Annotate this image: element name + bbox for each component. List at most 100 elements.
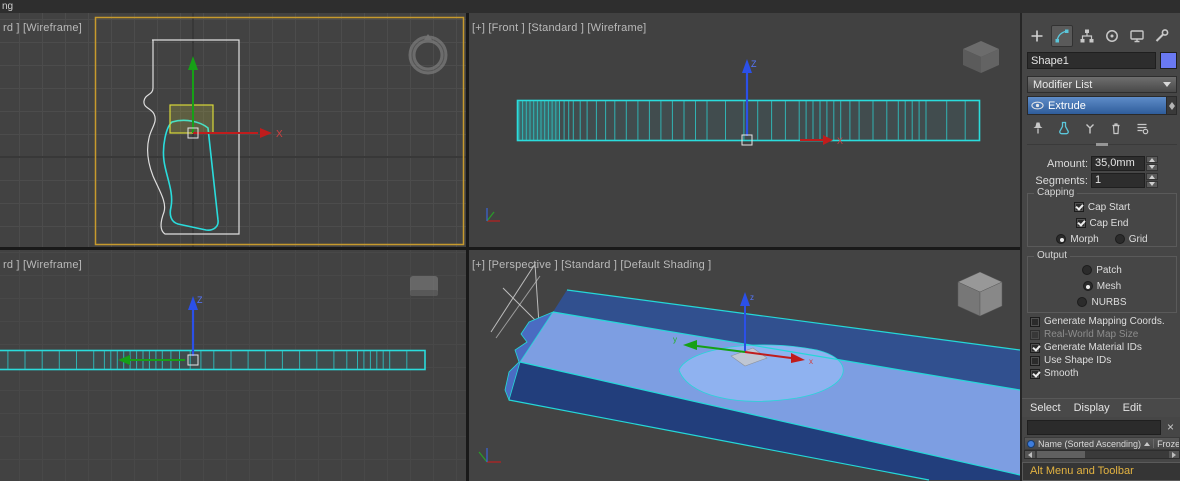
scroll-down-icon[interactable] (1169, 106, 1175, 113)
remove-modifier-trash-icon (1109, 121, 1123, 135)
morph-radio[interactable] (1056, 234, 1066, 244)
cap-end-checkbox[interactable] (1076, 218, 1086, 228)
object-color-swatch[interactable] (1160, 52, 1177, 69)
nurbs-radio[interactable] (1077, 297, 1087, 307)
name-column-header[interactable]: Name (Sorted Ascending) (1038, 439, 1141, 449)
rollout-divider[interactable] (1027, 144, 1177, 146)
close-icon[interactable]: × (1164, 421, 1177, 434)
configure-modifier-sets-button[interactable] (1131, 118, 1153, 137)
capping-mode-row: Morph Grid (1028, 232, 1176, 246)
real-world-map-size-label: Real-World Map Size (1044, 329, 1138, 340)
mesh-label: Mesh (1097, 281, 1121, 292)
grid-label: Grid (1129, 234, 1148, 245)
viewport-bottom-right-perspective[interactable]: [+] [Perspective ] [Standard ] [Default … (469, 250, 1020, 481)
tab-motion[interactable] (1101, 25, 1123, 47)
command-panel-tabs (1026, 25, 1178, 47)
real-world-map-size-row[interactable]: Real-World Map Size (1030, 328, 1178, 341)
viewcube-compass[interactable] (412, 34, 444, 71)
morph-radio-option[interactable]: Morph (1056, 234, 1098, 245)
viewcube[interactable] (958, 272, 1002, 316)
extruded-shape-side[interactable] (0, 351, 425, 370)
frozen-column-header[interactable]: Frozen (1157, 439, 1180, 449)
scroll-up-icon[interactable] (1169, 99, 1175, 106)
scene-explorer-search-input[interactable] (1027, 420, 1161, 435)
spinner-down-icon[interactable] (1146, 181, 1158, 188)
modifier-stack-scrollbar[interactable] (1166, 97, 1176, 114)
real-world-map-size-checkbox[interactable] (1030, 330, 1040, 340)
scene-explorer-column-header[interactable]: Name (Sorted Ascending) Frozen (1024, 437, 1180, 450)
amount-field[interactable]: 35,0mm (1091, 156, 1145, 171)
menu-bar[interactable]: ng (0, 0, 1180, 13)
scene-explorer-horizontal-scrollbar[interactable] (1024, 450, 1180, 459)
generate-mapping-coords-checkbox[interactable] (1030, 317, 1040, 327)
spinner-up-icon[interactable] (1146, 156, 1158, 163)
make-unique-button[interactable] (1079, 118, 1101, 137)
column-divider[interactable] (1153, 439, 1154, 448)
tab-modify[interactable] (1051, 25, 1073, 47)
smooth-checkbox[interactable] (1030, 369, 1040, 379)
spinner-down-icon[interactable] (1146, 164, 1158, 171)
gizmo-plane-xy[interactable] (170, 105, 213, 133)
viewport-top-left[interactable]: rd ] [Wireframe] X (0, 13, 466, 247)
output-group-title: Output (1034, 250, 1070, 261)
segments-spinner[interactable] (1146, 173, 1158, 188)
viewcube[interactable] (410, 276, 438, 296)
menu-select[interactable]: Select (1030, 402, 1061, 414)
menu-edit[interactable]: Edit (1123, 402, 1142, 414)
grid-radio[interactable] (1115, 234, 1125, 244)
tab-display[interactable] (1126, 25, 1148, 47)
nurbs-label: NURBS (1091, 297, 1126, 308)
viewport-bottom-left[interactable]: rd ] [Wireframe] Z (0, 250, 466, 481)
cap-end-row[interactable]: Cap End (1028, 216, 1176, 230)
alt-menu-toolbar-caption[interactable]: Alt Menu and Toolbar (1022, 462, 1180, 481)
generate-material-ids-checkbox[interactable] (1030, 343, 1040, 353)
tab-utilities[interactable] (1151, 25, 1173, 47)
modifier-visibility-icon[interactable] (1031, 101, 1044, 110)
viewport-bottom-right-label[interactable]: [+] [Perspective ] [Standard ] [Default … (472, 259, 711, 271)
use-shape-ids-checkbox[interactable] (1030, 356, 1040, 366)
shape-spline[interactable] (163, 120, 218, 230)
scrollbar-thumb[interactable] (1037, 451, 1085, 458)
scene-explorer-menubar: Select Display Edit (1022, 398, 1180, 417)
generate-material-ids-row[interactable]: Generate Material IDs (1030, 341, 1178, 354)
segments-row: Segments: 1 (1022, 173, 1180, 188)
viewport-top-right-label[interactable]: [+] [Front ] [Standard ] [Wireframe] (472, 22, 646, 34)
gizmo-axis-z[interactable]: Z (188, 295, 203, 356)
mesh-row[interactable]: Mesh (1028, 279, 1176, 293)
patch-radio[interactable] (1082, 265, 1092, 275)
modifier-list-dropdown[interactable]: Modifier List (1027, 76, 1177, 93)
amount-label: Amount: (1022, 158, 1088, 170)
patch-row[interactable]: Patch (1028, 263, 1176, 277)
segments-label: Segments: (1022, 175, 1088, 187)
use-shape-ids-row[interactable]: Use Shape IDs (1030, 354, 1178, 367)
axis-y-label: y (673, 335, 677, 344)
modifier-stack-row-extrude[interactable]: Extrude (1028, 97, 1166, 114)
tab-create[interactable] (1026, 25, 1048, 47)
smooth-row[interactable]: Smooth (1030, 367, 1178, 380)
modifier-stack: Extrude (1027, 96, 1177, 115)
menu-display[interactable]: Display (1074, 402, 1110, 414)
segments-field[interactable]: 1 (1091, 173, 1145, 188)
amount-spinner[interactable] (1146, 156, 1158, 171)
cap-start-checkbox[interactable] (1074, 202, 1084, 212)
cap-start-row[interactable]: Cap Start (1028, 200, 1176, 214)
show-end-result-button[interactable] (1053, 118, 1075, 137)
viewport-bottom-left-label[interactable]: rd ] [Wireframe] (3, 259, 82, 271)
grid-radio-option[interactable]: Grid (1115, 234, 1148, 245)
remove-modifier-button[interactable] (1105, 118, 1127, 137)
hierarchy-icon (1079, 28, 1095, 44)
mesh-radio[interactable] (1083, 281, 1093, 291)
viewport-top-left-label[interactable]: rd ] [Wireframe] (3, 22, 82, 34)
viewport-top-right-front[interactable]: [+] [Front ] [Standard ] [Wireframe] Z X (469, 13, 1020, 247)
scroll-right-icon[interactable] (1169, 451, 1179, 458)
scroll-left-icon[interactable] (1025, 451, 1035, 458)
generate-mapping-coords-row[interactable]: Generate Mapping Coords. (1030, 315, 1178, 328)
nurbs-row[interactable]: NURBS (1028, 295, 1176, 309)
tab-hierarchy[interactable] (1076, 25, 1098, 47)
modifier-list-label: Modifier List (1033, 79, 1092, 91)
object-name-field[interactable] (1027, 52, 1156, 69)
spinner-up-icon[interactable] (1146, 173, 1158, 180)
pin-stack-button[interactable] (1027, 118, 1049, 137)
rollout-grip[interactable] (1096, 143, 1108, 146)
viewcube[interactable] (963, 41, 999, 73)
